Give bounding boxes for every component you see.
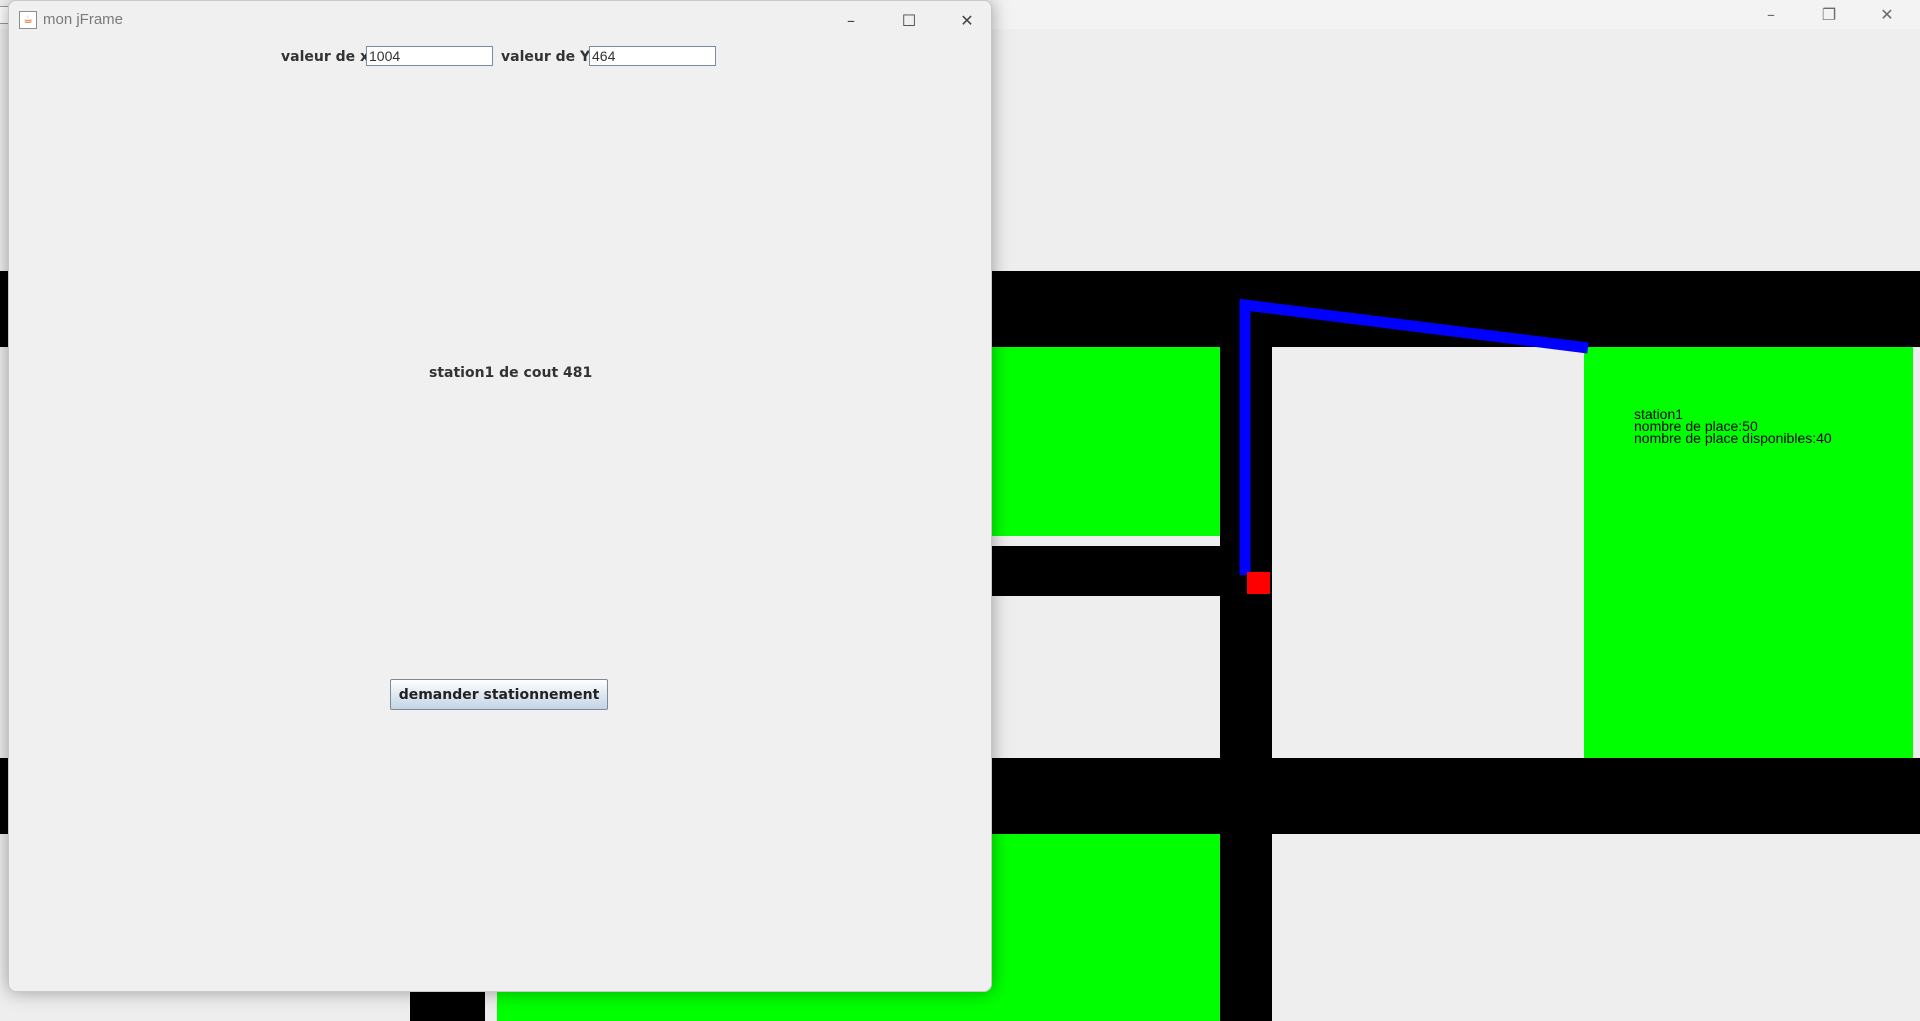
java-icon: ☕ (19, 11, 37, 29)
x-input[interactable] (366, 46, 493, 66)
jframe-window: ☕ mon jFrame – ☐ ✕ valeur de x valeur de… (8, 0, 992, 992)
close-icon[interactable]: ✕ (938, 1, 991, 39)
minimize-icon[interactable]: – (822, 1, 880, 39)
y-input[interactable] (589, 46, 716, 66)
request-parking-button[interactable]: demander stationnement (390, 679, 608, 710)
route-path (1239, 298, 1589, 575)
y-label: valeur de Y (501, 49, 591, 65)
window-title: mon jFrame (43, 11, 124, 28)
station-info: station1 nombre de place:50 nombre de pl… (1634, 407, 1832, 446)
jframe-titlebar[interactable]: ☕ mon jFrame – ☐ ✕ (9, 1, 991, 39)
x-label: valeur de x (281, 49, 370, 65)
position-marker (1247, 572, 1270, 594)
maximize-icon[interactable]: ☐ (880, 1, 938, 39)
result-label: station1 de cout 481 (429, 365, 593, 381)
station-available: nombre de place disponibles:40 (1634, 430, 1832, 446)
